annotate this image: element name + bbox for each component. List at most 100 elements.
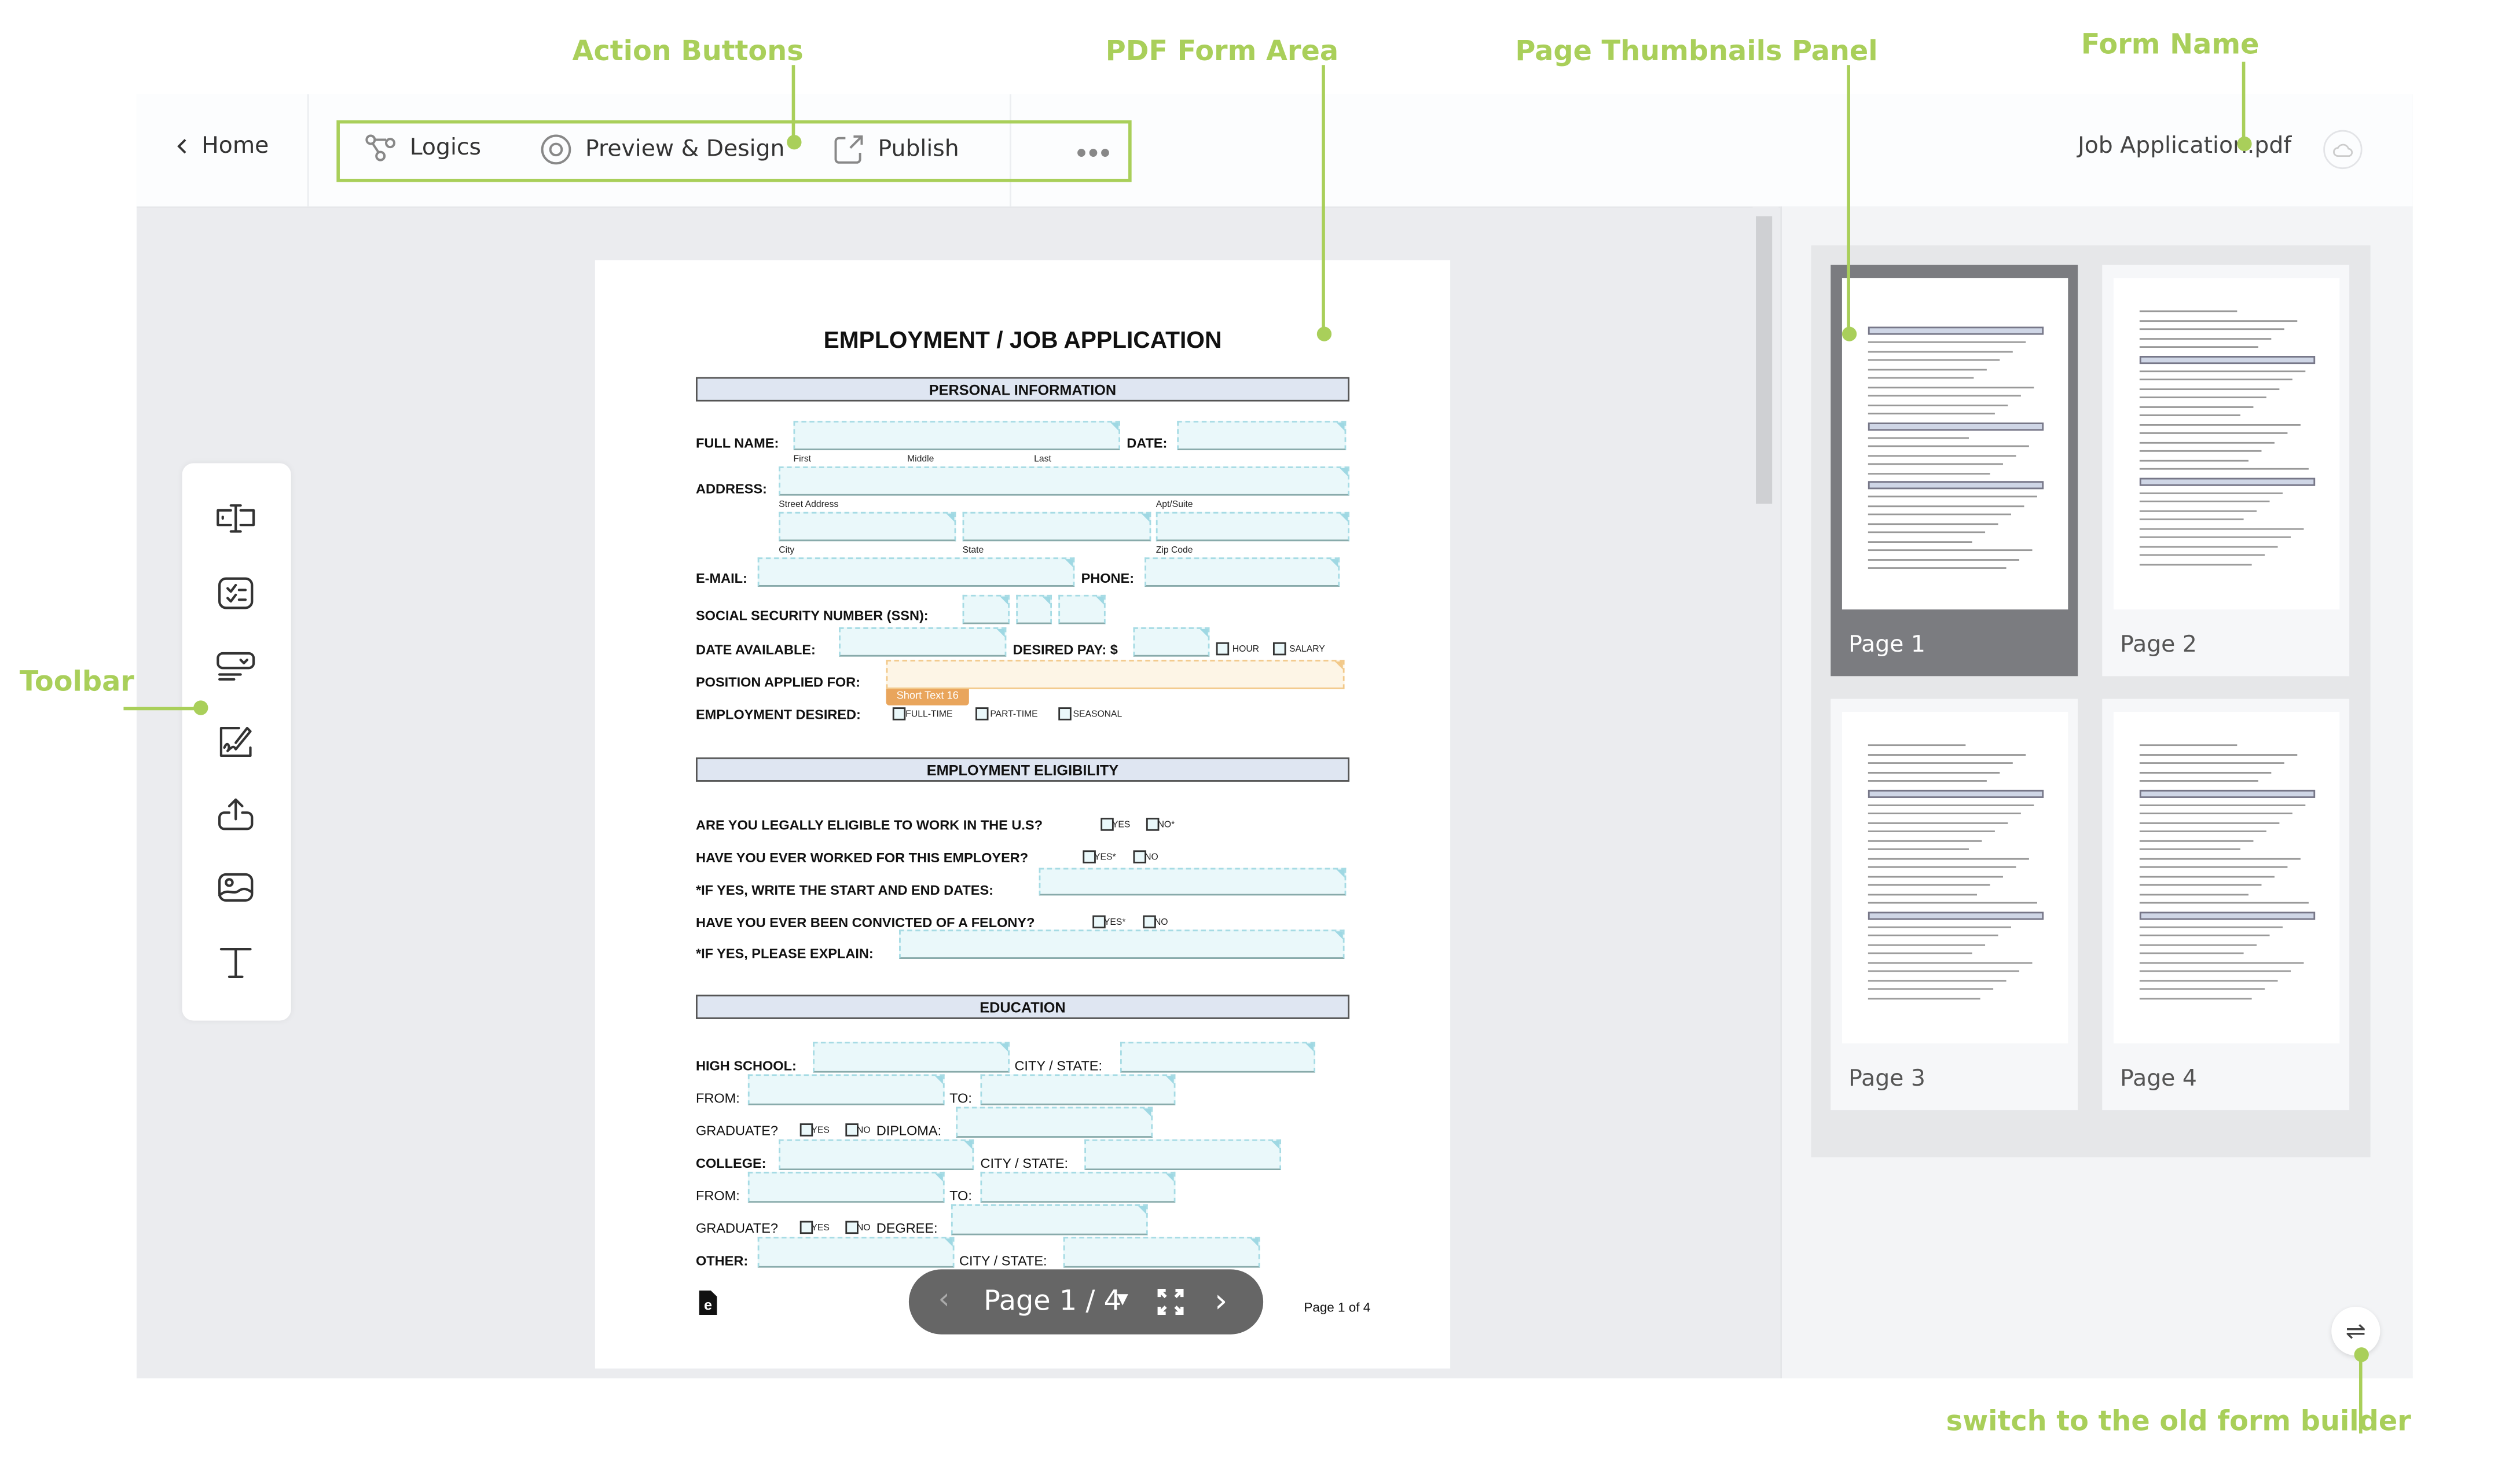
label-to: TO: <box>949 1090 972 1107</box>
label-graduate: GRADUATE? <box>695 1219 779 1236</box>
college-field[interactable] <box>779 1139 974 1171</box>
degree-field[interactable] <box>951 1204 1148 1236</box>
thumbnail-text-line <box>1868 943 1986 944</box>
checkbox-part-time[interactable] <box>975 707 989 721</box>
thumbnail-text-line <box>2139 450 2262 451</box>
hs-from-field[interactable] <box>747 1074 945 1105</box>
connector-line <box>2358 1352 2362 1434</box>
thumbnail-text-line <box>1868 970 2020 972</box>
zip-field[interactable] <box>1156 512 1349 542</box>
college-city-field[interactable] <box>1084 1139 1282 1171</box>
thumbnail-text-line <box>2139 527 2304 528</box>
next-page-icon[interactable]: › <box>1215 1281 1227 1319</box>
page-indicator[interactable]: Page 1 / 4 <box>984 1285 1121 1318</box>
text-field-tool[interactable] <box>215 499 257 541</box>
screenshot-stage: Action Buttons PDF Form Area Page Thumbn… <box>0 0 2520 1463</box>
checklist-tool[interactable] <box>215 572 257 615</box>
other-field[interactable] <box>757 1237 955 1268</box>
dropdown-tool[interactable] <box>215 645 257 688</box>
date-available-field[interactable] <box>839 627 1007 657</box>
ssn-1-field[interactable] <box>962 594 1010 624</box>
scrollbar-thumb[interactable] <box>1756 216 1773 504</box>
signature-tool[interactable] <box>215 720 257 762</box>
text-tool[interactable] <box>215 941 257 983</box>
previous-page-icon[interactable]: ‹ <box>938 1282 949 1317</box>
hs-to-field[interactable] <box>980 1074 1176 1105</box>
email-field[interactable] <box>757 557 1075 587</box>
checkbox-full-time[interactable] <box>892 707 906 721</box>
thumbnail-text-line <box>2139 979 2278 980</box>
thumbnail-section-bar <box>2139 911 2316 920</box>
selected-field-tag[interactable]: Short Text 16 <box>886 689 969 705</box>
canvas-scrollbar[interactable] <box>1752 206 1779 1379</box>
logics-button[interactable]: Logics <box>364 133 481 163</box>
thumbnail-text-line <box>2139 744 2237 745</box>
thumbnail-page-1[interactable]: Page 1 <box>1831 264 2078 677</box>
position-applied-field[interactable] <box>886 660 1345 689</box>
diploma-field[interactable] <box>956 1107 1153 1138</box>
thumbnail-text-line <box>1868 848 1969 850</box>
thumbnail-section-bar <box>2139 477 2316 486</box>
date-field[interactable] <box>1177 421 1347 450</box>
thumbnail-text-line <box>1868 753 2026 755</box>
sublabel-city: City <box>779 546 795 556</box>
other-city-field[interactable] <box>1063 1237 1260 1268</box>
name-field[interactable] <box>793 421 1120 450</box>
more-options-icon[interactable]: ••• <box>1076 137 1112 171</box>
option-label-no: NO <box>857 1223 871 1234</box>
switch-old-builder-button[interactable]: ⇌ <box>2331 1306 2380 1356</box>
ssn-2-field[interactable] <box>1016 594 1052 624</box>
label-full-name: FULL NAME: <box>695 435 779 451</box>
page-dropdown-caret-icon[interactable]: ▼ <box>1117 1292 1128 1308</box>
annotation-toolbar: Toolbar <box>19 666 134 699</box>
dropdown-icon <box>217 652 255 681</box>
college-to-field[interactable] <box>980 1171 1176 1203</box>
thumbnail-text-line <box>1868 997 1980 998</box>
option-label-part-time: PART-TIME <box>990 710 1038 721</box>
form-name: Job Application.pdf <box>2078 133 2291 159</box>
high-school-city-field[interactable] <box>1120 1042 1315 1073</box>
label-degree: DEGREE: <box>876 1219 938 1236</box>
label-city-state: CITY / STATE: <box>959 1252 1047 1269</box>
thumbnail-text-line <box>1868 839 1982 841</box>
publish-button[interactable]: Publish <box>832 133 959 166</box>
checkbox-hour[interactable] <box>1216 642 1230 656</box>
checkbox-salary[interactable] <box>1272 642 1286 656</box>
eye-icon <box>541 134 571 165</box>
thumbnail-page-2[interactable]: Page 2 <box>2102 264 2350 677</box>
thumbnail-text-line <box>1868 803 2034 805</box>
thumbnail-text-line <box>1868 472 1990 473</box>
thumbnail-label: Page 4 <box>2120 1066 2197 1093</box>
thumbnail-text-line <box>2139 369 2306 371</box>
city-field[interactable] <box>779 512 956 542</box>
section-personal-information: PERSONAL INFORMATION <box>695 377 1349 402</box>
felony-explain-field[interactable] <box>899 929 1345 959</box>
thumbnail-text-line <box>1868 952 1972 954</box>
fullscreen-icon[interactable] <box>1156 1287 1186 1317</box>
college-from-field[interactable] <box>747 1171 945 1203</box>
home-button[interactable]: Home <box>175 133 269 159</box>
thumbnail-text-line <box>2139 387 2280 389</box>
option-label-hour: HOUR <box>1232 645 1260 655</box>
desired-pay-field[interactable] <box>1133 627 1210 657</box>
label-city-state: CITY / STATE: <box>1014 1057 1103 1074</box>
label-from: FROM: <box>695 1187 740 1204</box>
high-school-field[interactable] <box>813 1042 1010 1073</box>
address-field[interactable] <box>779 466 1349 496</box>
upload-tool[interactable] <box>215 793 257 835</box>
work-dates-field[interactable] <box>1039 867 1347 896</box>
state-field[interactable] <box>962 512 1151 542</box>
thumbnail-text-line <box>2139 934 2270 936</box>
ssn-3-field[interactable] <box>1058 594 1106 624</box>
thumbnail-text-line <box>2139 821 2280 823</box>
phone-field[interactable] <box>1145 557 1340 587</box>
option-label-no-star: NO* <box>1157 821 1175 831</box>
connector-dot <box>1842 326 1857 341</box>
option-label-seasonal: SEASONAL <box>1073 710 1123 721</box>
preview-design-button[interactable]: Preview & Design <box>540 133 784 166</box>
image-tool[interactable] <box>215 866 257 909</box>
thumbnail-page-3[interactable]: Page 3 <box>1831 699 2078 1111</box>
thumbnail-page-4[interactable]: Page 4 <box>2102 699 2350 1111</box>
thumbnail-text-line <box>2139 988 2265 990</box>
checkbox-seasonal[interactable] <box>1058 707 1072 721</box>
